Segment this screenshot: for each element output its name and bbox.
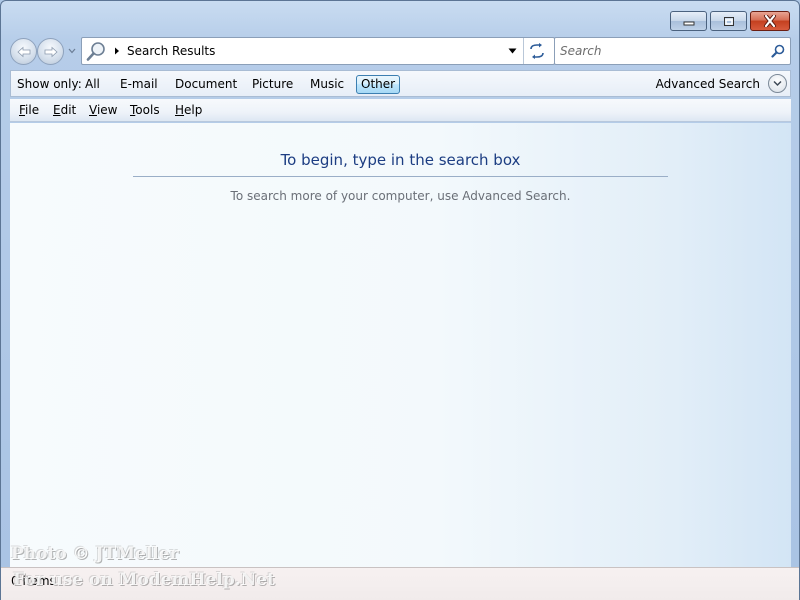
menu-edit-accel: E (53, 103, 61, 117)
menu-edit[interactable]: Edit (53, 103, 76, 117)
empty-state-hint: To search more of your computer, use Adv… (230, 189, 571, 203)
menu-file-rest: ile (25, 103, 40, 117)
filter-other[interactable]: Other (356, 75, 401, 94)
close-icon (764, 15, 776, 27)
menu-file[interactable]: File (19, 103, 39, 117)
minimize-icon (683, 21, 694, 26)
breadcrumb-arrow-icon[interactable] (114, 47, 120, 55)
filter-document[interactable]: Document (170, 75, 242, 94)
address-location: Search Results (127, 44, 216, 58)
navigation-row: Search Results Search (10, 37, 791, 65)
results-pane: To begin, type in the search box To sear… (10, 123, 791, 567)
back-arrow-icon (16, 46, 30, 57)
chevron-down-icon (773, 80, 782, 87)
menu-help-rest: elp (184, 103, 203, 117)
empty-state-divider (133, 176, 668, 177)
filter-all[interactable]: All (80, 75, 105, 94)
search-magnifier-icon (86, 42, 105, 61)
menu-bar: File Edit View Tools Help (10, 99, 791, 122)
nav-buttons (10, 38, 80, 65)
show-only-bar: Show only: All E-mail Document Picture M… (10, 70, 791, 97)
address-separator (523, 38, 524, 64)
maximize-button[interactable] (710, 11, 747, 31)
filter-picture[interactable]: Picture (247, 75, 298, 94)
item-count: 0 items (11, 574, 56, 588)
menu-edit-rest: dit (60, 103, 77, 117)
advanced-search-button[interactable] (768, 74, 787, 93)
search-placeholder: Search (560, 44, 602, 58)
close-button[interactable] (750, 11, 790, 31)
menu-help[interactable]: Help (175, 103, 202, 117)
maximize-icon (723, 16, 734, 26)
menu-view-accel: V (89, 103, 97, 117)
menu-view[interactable]: View (89, 103, 117, 117)
show-only-label: Show only: (17, 77, 82, 91)
forward-arrow-icon (44, 46, 58, 57)
filter-email[interactable]: E-mail (115, 75, 163, 94)
explorer-window: Search Results Search Show only: All E-m… (0, 0, 800, 600)
address-dropdown-icon[interactable] (508, 48, 517, 54)
empty-state-title: To begin, type in the search box (280, 151, 521, 169)
advanced-search-label[interactable]: Advanced Search (656, 77, 760, 91)
menu-view-rest: iew (96, 103, 118, 117)
search-input[interactable]: Search (554, 37, 791, 65)
menu-tools[interactable]: Tools (130, 103, 160, 117)
caption-buttons (670, 11, 790, 33)
recent-pages-dropdown-icon[interactable] (68, 48, 76, 54)
menu-tools-rest: ools (135, 103, 160, 117)
menu-help-accel: H (175, 103, 185, 117)
search-icon[interactable] (771, 44, 785, 58)
minimize-button[interactable] (670, 11, 707, 31)
address-bar[interactable]: Search Results (81, 37, 555, 65)
filter-music[interactable]: Music (305, 75, 349, 94)
status-bar: 0 items (1, 567, 799, 600)
refresh-icon[interactable] (528, 43, 546, 59)
forward-button[interactable] (37, 38, 64, 65)
back-button[interactable] (10, 38, 37, 65)
